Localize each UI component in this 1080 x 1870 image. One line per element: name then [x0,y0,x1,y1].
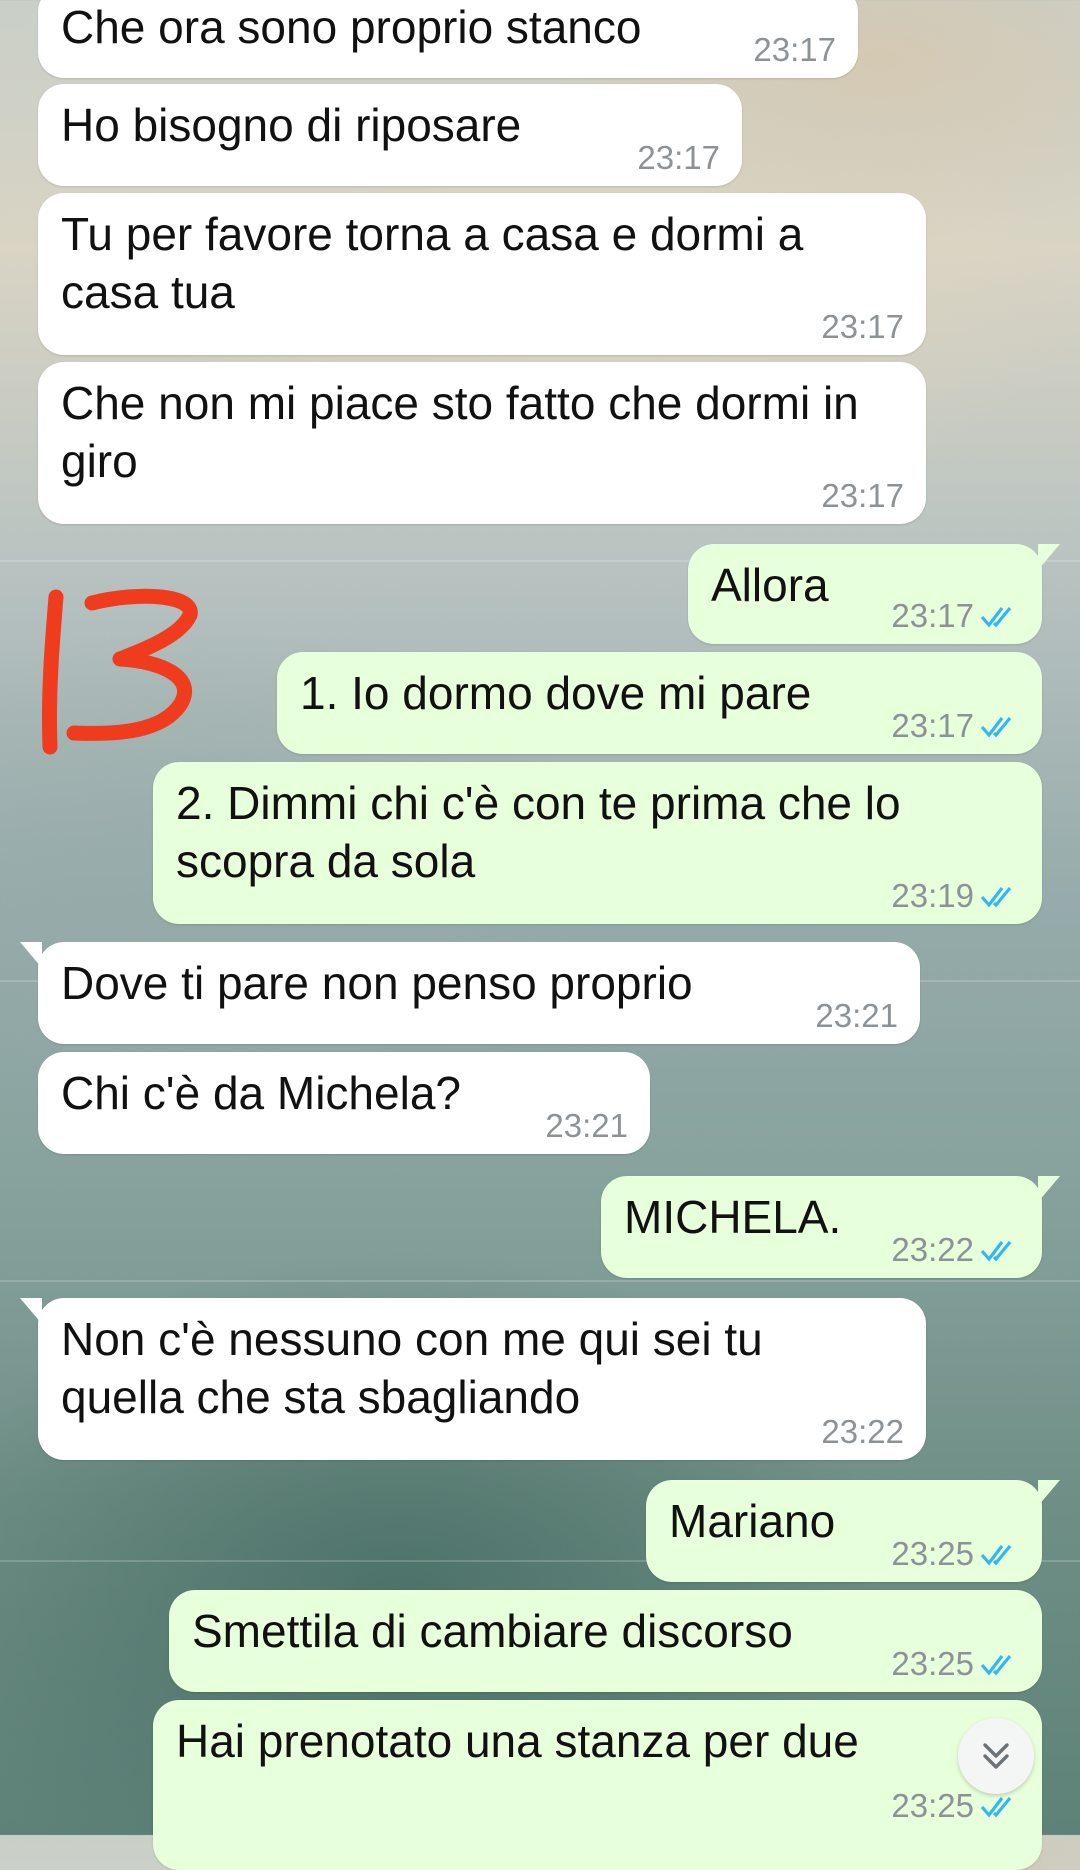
message-time: 23:17 [753,31,836,68]
bubble-tail [20,1298,42,1324]
bubble-tail [1038,1480,1060,1506]
message-bubble-incoming[interactable]: Ho bisogno di riposare 23:17 [38,84,742,186]
chevron-double-down-icon [983,1743,1009,1769]
double-check-icon [980,716,1012,738]
message-time: 23:17 [891,708,1018,744]
message-bubble-incoming[interactable]: Tu per favore torna a casa e dormi a cas… [38,193,926,355]
bubble-tail [1038,1176,1060,1202]
message-time: 23:17 [637,139,720,176]
double-check-icon [980,606,1012,628]
double-check-icon [980,1240,1012,1262]
message-text: Che ora sono proprio stanco [61,1,642,53]
message-bubble-incoming[interactable]: Che non mi piace sto fatto che dormi in … [38,362,926,524]
message-time: 23:17 [821,308,904,345]
message-text: Smettila di cambiare discorso [192,1605,793,1657]
message-text: Chi c'è da Michela? [61,1067,461,1119]
message-bubble-outgoing[interactable]: 1. Io dormo dove mi pare 23:17 [277,652,1042,754]
message-time: 23:25 [891,1536,1018,1572]
message-time: 23:25 [891,1646,1018,1682]
message-time: 23:17 [891,598,1018,634]
message-text: Ho bisogno di riposare [61,99,522,151]
scroll-to-bottom-button[interactable] [958,1718,1034,1794]
message-time: 23:22 [821,1413,904,1450]
message-time: 23:21 [545,1107,628,1144]
bubble-tail [1038,544,1060,570]
double-check-icon [980,886,1012,908]
message-text: Non c'è nessuno con me qui sei tu quella… [61,1313,776,1423]
message-bubble-outgoing[interactable]: MICHELA. 23:22 [601,1176,1060,1278]
handwritten-13-annotation: 13 [41,588,198,755]
message-text: Hai prenotato una stanza per due [176,1715,859,1767]
message-bubble-incoming[interactable]: Dove ti pare non penso proprio 23:21 [20,942,920,1044]
message-text: MICHELA. [624,1191,842,1243]
message-text: Allora [711,559,829,611]
message-bubble-outgoing[interactable]: Hai prenotato una stanza per due 23:25 [153,1700,1042,1870]
bubble-tail [20,942,42,968]
message-time: 23:22 [891,1232,1018,1268]
message-text: Tu per favore torna a casa e dormi a cas… [61,208,817,318]
message-text: 2. Dimmi chi c'è con te prima che lo sco… [176,777,914,887]
message-bubble-outgoing[interactable]: Smettila di cambiare discorso 23:25 [169,1590,1042,1692]
message-time: 23:17 [821,477,904,514]
message-bubble-incoming[interactable]: Non c'è nessuno con me qui sei tu quella… [20,1298,926,1460]
message-time: 23:19 [891,878,1018,914]
message-text: 1. Io dormo dove mi pare [300,667,812,719]
message-bubble-incoming[interactable]: Chi c'è da Michela? 23:21 [38,1052,650,1154]
message-text: Dove ti pare non penso proprio [61,957,693,1009]
background-texture [0,1280,1080,1282]
double-check-icon [980,1796,1012,1818]
message-bubble-outgoing[interactable]: Allora 23:17 [688,544,1060,644]
message-text: Mariano [669,1495,836,1547]
message-bubble-incoming[interactable]: Che ora sono proprio stanco 23:17 [38,0,858,78]
message-text: Che non mi piace sto fatto che dormi in … [61,377,872,487]
message-time: 23:21 [815,997,898,1034]
double-check-icon [980,1544,1012,1566]
message-bubble-outgoing[interactable]: Mariano 23:25 [646,1480,1060,1582]
message-bubble-outgoing[interactable]: 2. Dimmi chi c'è con te prima che lo sco… [153,762,1042,924]
double-check-icon [980,1654,1012,1676]
